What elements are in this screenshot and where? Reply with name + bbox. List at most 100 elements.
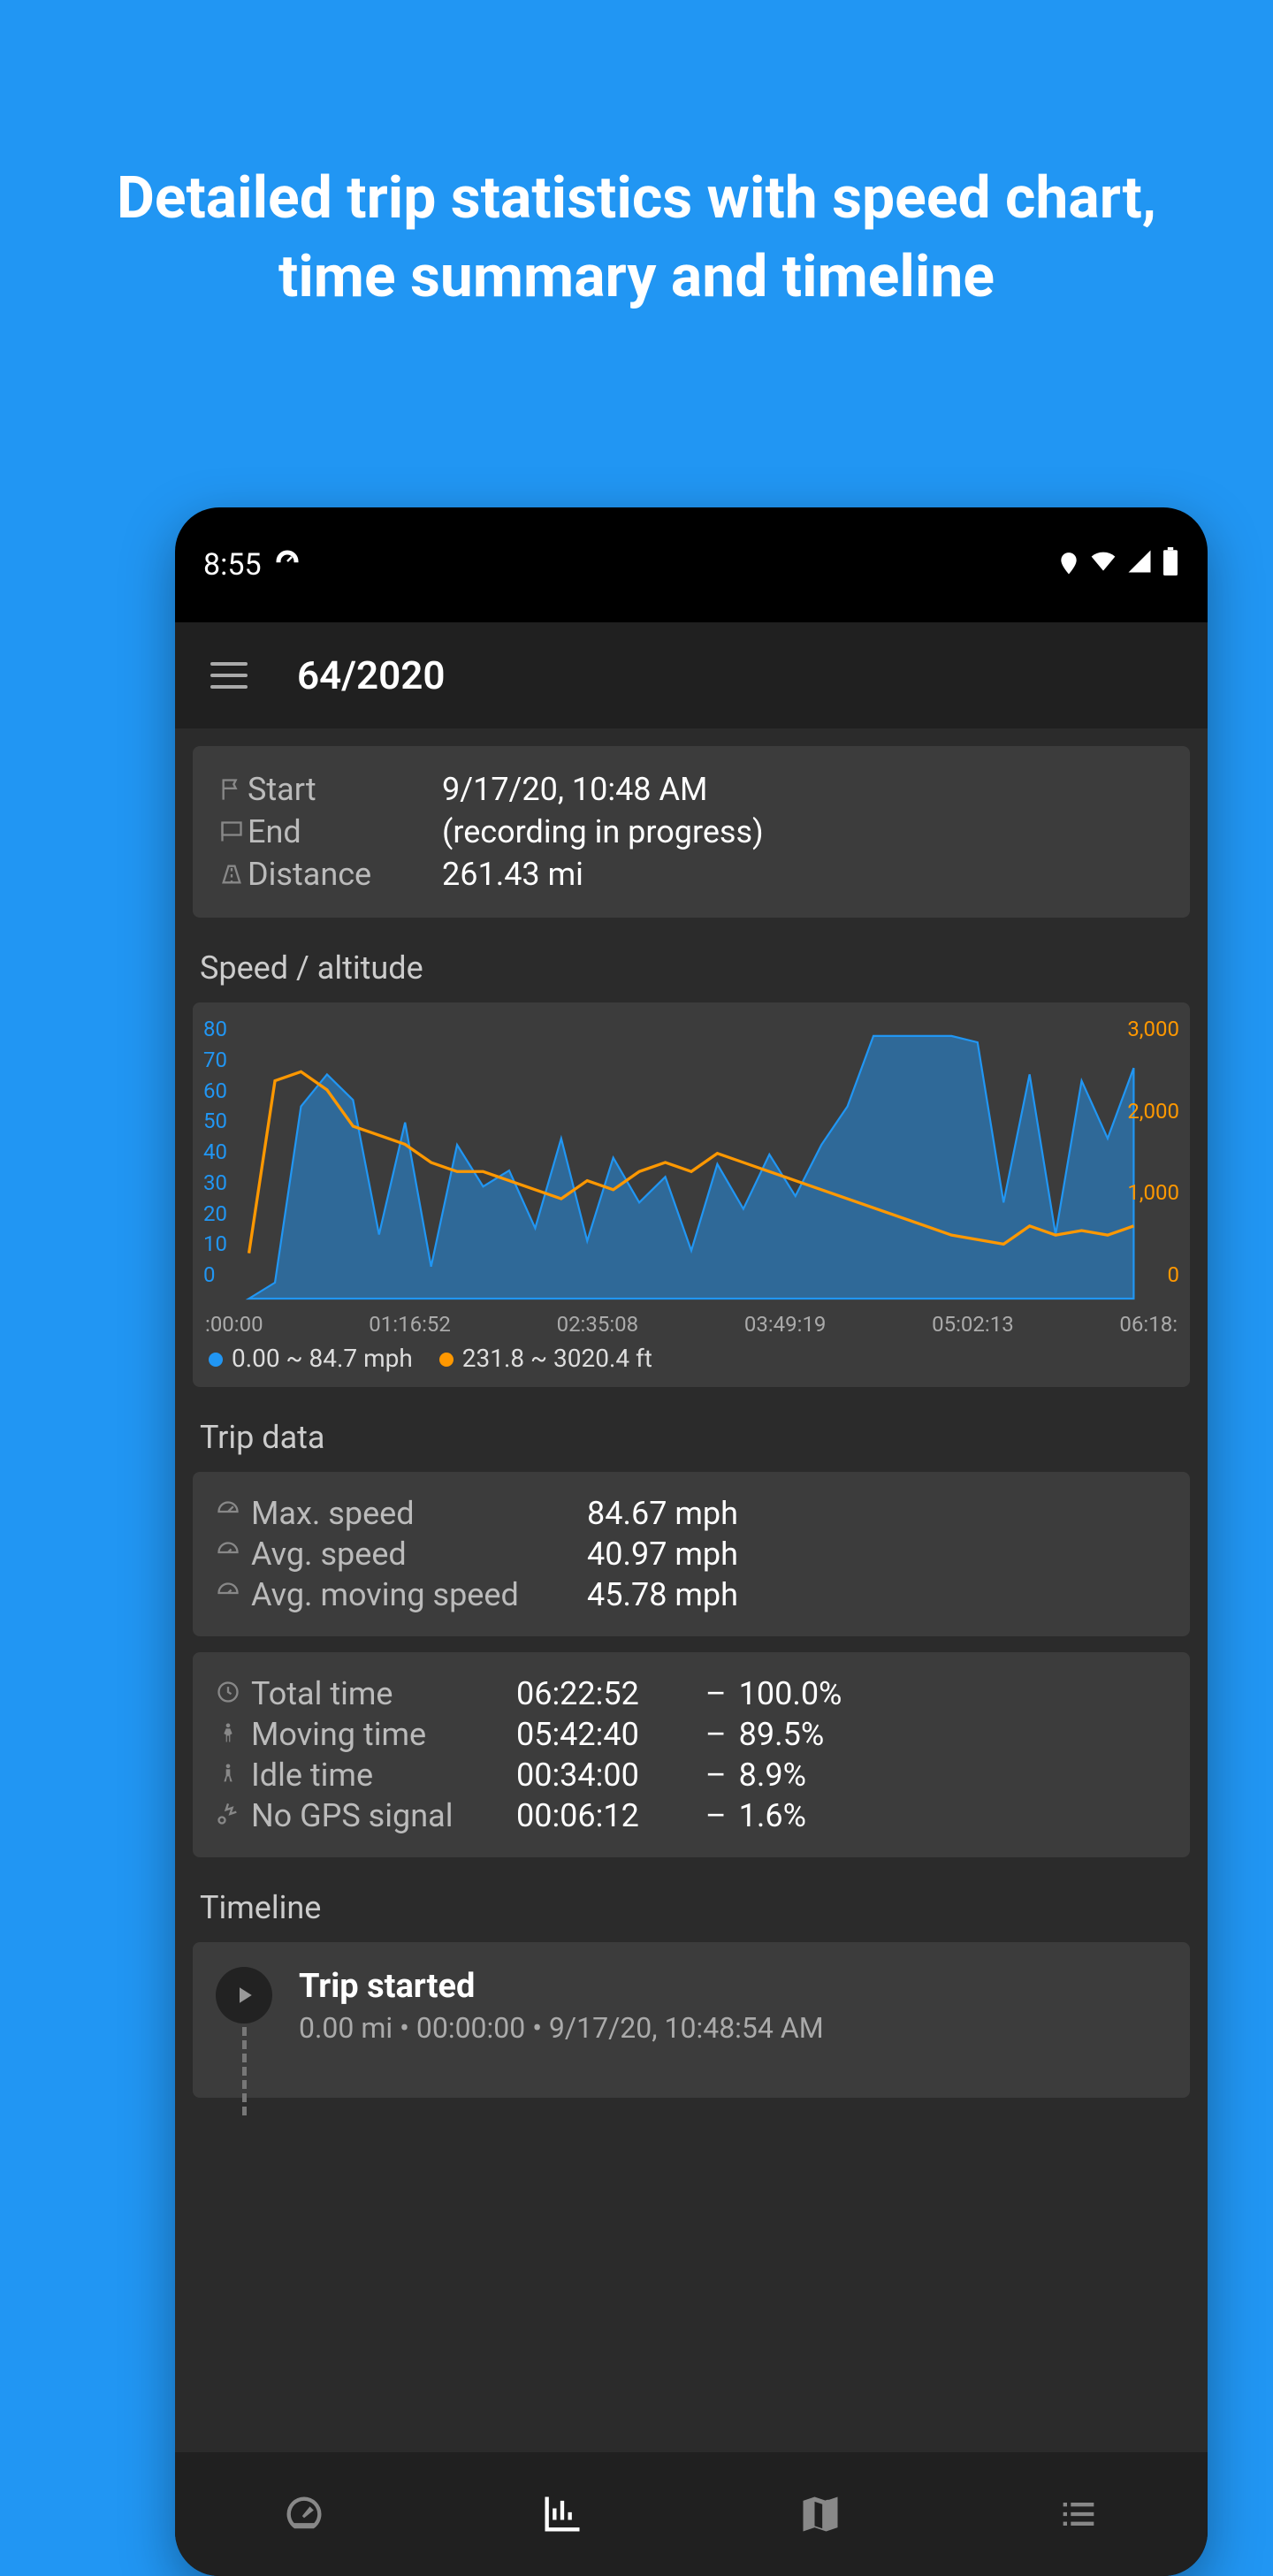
tripdata-value: 40.97 mph [587,1536,738,1573]
time-value: 06:22:52 [516,1675,693,1712]
row-end: End (recording in progress) [216,813,1167,850]
gauge-icon [216,1499,251,1528]
y-tick-right: 3,000 [1127,1017,1179,1041]
tripdata-label: Max. speed [251,1495,587,1532]
time-row: No GPS signal00:06:12–1.6% [216,1797,1167,1834]
chart-section-title: Speed / altitude [193,934,1190,1002]
nav-list[interactable] [1043,2479,1114,2549]
time-value: 05:42:40 [516,1716,693,1753]
y-tick-left: 40 [203,1139,227,1164]
nav-map[interactable] [785,2479,856,2549]
time-label: Idle time [251,1757,516,1794]
timeline-section-title: Timeline [193,1873,1190,1942]
x-axis-ticks: :00:00 01:16:52 02:35:08 03:49:19 05:02:13 06… [200,1308,1183,1337]
tripdata-label: Avg. moving speed [251,1576,587,1613]
gauge-icon [274,547,301,583]
legend-speed: 0.00 ~ 84.7 mph [232,1344,413,1373]
flag-icon [216,777,248,802]
end-value: (recording in progress) [442,813,764,850]
start-value: 9/17/20, 10:48 AM [442,771,707,808]
time-icon [216,1761,251,1789]
tripdata-row: Avg. speed40.97 mph [216,1536,1167,1573]
time-label: Moving time [251,1716,516,1753]
time-icon [216,1720,251,1749]
times-card: Total time06:22:52–100.0% Moving time05:4… [193,1652,1190,1857]
y-tick-left: 20 [203,1201,227,1226]
time-label: No GPS signal [251,1797,516,1834]
location-icon [1057,547,1080,583]
y-axis-left: 80 70 60 50 40 30 20 10 0 [203,1017,227,1287]
y-tick-left: 80 [203,1017,227,1041]
page-title: 64/2020 [297,652,446,698]
tripdata-value: 45.78 mph [587,1576,738,1613]
time-pct: 89.5% [739,1716,825,1753]
wifi-icon [1089,547,1117,583]
tripdata-row: Max. speed84.67 mph [216,1495,1167,1532]
x-tick: 02:35:08 [557,1312,639,1337]
status-time: 8:55 [203,547,262,583]
time-icon [216,1802,251,1830]
gauge-icon [216,1581,251,1609]
nav-stats[interactable] [527,2479,598,2549]
distance-value: 261.43 mi [442,856,583,893]
time-label: Total time [251,1675,516,1712]
x-tick: 01:16:52 [369,1312,451,1337]
chart-legend: 0.00 ~ 84.7 mph 231.8 ~ 3020.4 ft [200,1337,1183,1376]
play-icon[interactable] [216,1967,272,2023]
checkered-flag-icon [216,819,248,844]
x-tick: :00:00 [205,1312,263,1337]
phone-frame: 8:55 64/2020 [175,507,1208,2576]
legend-altitude: 231.8 ~ 3020.4 ft [462,1344,652,1373]
y-tick-right: 1,000 [1127,1180,1179,1205]
status-bar: 8:55 [175,507,1208,622]
app-header: 64/2020 [175,622,1208,728]
promo-title: Detailed trip statistics with speed char… [0,0,1273,316]
signal-icon [1126,547,1153,583]
row-distance: Distance 261.43 mi [216,856,1167,893]
x-tick: 05:02:13 [932,1312,1014,1337]
end-label: End [248,813,442,850]
road-icon [216,862,248,887]
timeline-connector [242,2027,247,2115]
tripdata-row: Avg. moving speed45.78 mph [216,1576,1167,1613]
speed-altitude-chart[interactable]: 80 70 60 50 40 30 20 10 0 3,000 2,000 1,000 0 [200,1017,1183,1308]
tripdata-label: Avg. speed [251,1536,587,1573]
content-area[interactable]: Start 9/17/20, 10:48 AM End (recording i… [175,728,1208,2452]
y-tick-left: 0 [203,1262,227,1287]
tripdata-section-title: Trip data [193,1403,1190,1472]
time-row: Total time06:22:52–100.0% [216,1675,1167,1712]
bottom-nav [175,2452,1208,2576]
y-axis-right: 3,000 2,000 1,000 0 [1127,1017,1179,1287]
nav-dashboard[interactable] [269,2479,339,2549]
x-tick: 03:49:19 [744,1312,827,1337]
y-tick-left: 70 [203,1048,227,1072]
y-tick-right: 2,000 [1127,1099,1179,1124]
timeline-event-sub: 0.00 mi • 00:00:00 • 9/17/20, 10:48:54 A… [299,2011,824,2045]
summary-card: Start 9/17/20, 10:48 AM End (recording i… [193,746,1190,918]
start-label: Start [248,771,442,808]
menu-icon[interactable] [210,662,248,689]
time-pct: 1.6% [739,1797,806,1834]
y-tick-left: 30 [203,1170,227,1195]
chart-card[interactable]: 80 70 60 50 40 30 20 10 0 3,000 2,000 1,000 0 :00:0… [193,1002,1190,1387]
time-pct: 100.0% [739,1675,842,1712]
timeline-event-title: Trip started [299,1967,824,2006]
x-tick: 06:18: [1119,1312,1178,1337]
tripdata-value: 84.67 mph [587,1495,738,1532]
time-pct: 8.9% [739,1757,806,1794]
battery-icon [1162,547,1179,583]
y-tick-right: 0 [1127,1262,1179,1287]
distance-label: Distance [248,856,442,893]
tripdata-card: Max. speed84.67 mphAvg. speed40.97 mphAv… [193,1472,1190,1636]
timeline-card[interactable]: Trip started 0.00 mi • 00:00:00 • 9/17/2… [193,1942,1190,2098]
gauge-icon [216,1540,251,1568]
time-value: 00:34:00 [516,1757,693,1794]
y-tick-left: 60 [203,1078,227,1103]
row-start: Start 9/17/20, 10:48 AM [216,771,1167,808]
y-tick-left: 50 [203,1109,227,1133]
time-row: Idle time00:34:00–8.9% [216,1757,1167,1794]
time-icon [216,1680,251,1708]
y-tick-left: 10 [203,1231,227,1256]
time-row: Moving time05:42:40–89.5% [216,1716,1167,1753]
time-value: 00:06:12 [516,1797,693,1834]
